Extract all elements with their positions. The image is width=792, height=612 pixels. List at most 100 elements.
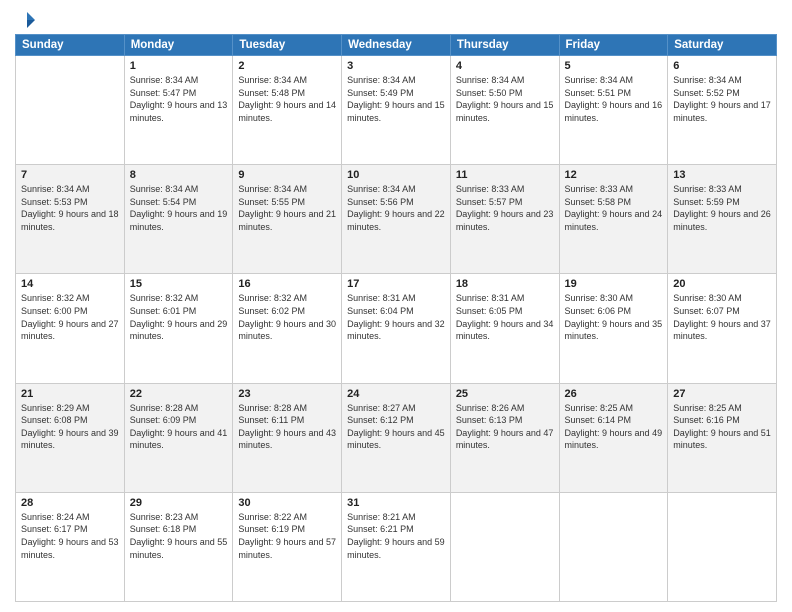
day-number: 21 xyxy=(21,388,119,400)
day-number: 11 xyxy=(456,169,554,181)
day-number: 28 xyxy=(21,497,119,509)
sunrise-text: Sunrise: 8:21 AMSunset: 6:21 PMDaylight:… xyxy=(347,512,445,560)
calendar-header: Sunday Monday Tuesday Wednesday Thursday… xyxy=(16,35,777,56)
sunrise-text: Sunrise: 8:28 AMSunset: 6:11 PMDaylight:… xyxy=(238,403,336,451)
day-number: 1 xyxy=(130,60,228,72)
sunrise-text: Sunrise: 8:28 AMSunset: 6:09 PMDaylight:… xyxy=(130,403,228,451)
calendar-cell: 28 Sunrise: 8:24 AMSunset: 6:17 PMDaylig… xyxy=(16,492,125,601)
sunrise-text: Sunrise: 8:34 AMSunset: 5:52 PMDaylight:… xyxy=(673,75,771,123)
calendar-cell: 9 Sunrise: 8:34 AMSunset: 5:55 PMDayligh… xyxy=(233,165,342,274)
sunrise-text: Sunrise: 8:31 AMSunset: 6:04 PMDaylight:… xyxy=(347,293,445,341)
calendar-cell: 3 Sunrise: 8:34 AMSunset: 5:49 PMDayligh… xyxy=(342,56,451,165)
logo xyxy=(15,10,37,26)
calendar-week-2: 7 Sunrise: 8:34 AMSunset: 5:53 PMDayligh… xyxy=(16,165,777,274)
calendar-cell: 23 Sunrise: 8:28 AMSunset: 6:11 PMDaylig… xyxy=(233,383,342,492)
day-number: 17 xyxy=(347,278,445,290)
calendar-cell xyxy=(559,492,668,601)
day-number: 15 xyxy=(130,278,228,290)
header xyxy=(15,10,777,26)
sunrise-text: Sunrise: 8:32 AMSunset: 6:02 PMDaylight:… xyxy=(238,293,336,341)
day-number: 23 xyxy=(238,388,336,400)
calendar-body: 1 Sunrise: 8:34 AMSunset: 5:47 PMDayligh… xyxy=(16,56,777,602)
calendar-cell: 31 Sunrise: 8:21 AMSunset: 6:21 PMDaylig… xyxy=(342,492,451,601)
sunrise-text: Sunrise: 8:32 AMSunset: 6:01 PMDaylight:… xyxy=(130,293,228,341)
calendar-cell xyxy=(450,492,559,601)
calendar-cell: 5 Sunrise: 8:34 AMSunset: 5:51 PMDayligh… xyxy=(559,56,668,165)
logo-flag-icon xyxy=(17,10,37,30)
sunrise-text: Sunrise: 8:25 AMSunset: 6:16 PMDaylight:… xyxy=(673,403,771,451)
calendar-cell: 15 Sunrise: 8:32 AMSunset: 6:01 PMDaylig… xyxy=(124,274,233,383)
col-thursday: Thursday xyxy=(450,35,559,56)
calendar-cell xyxy=(668,492,777,601)
calendar-cell: 25 Sunrise: 8:26 AMSunset: 6:13 PMDaylig… xyxy=(450,383,559,492)
sunrise-text: Sunrise: 8:30 AMSunset: 6:07 PMDaylight:… xyxy=(673,293,771,341)
col-friday: Friday xyxy=(559,35,668,56)
calendar-cell: 22 Sunrise: 8:28 AMSunset: 6:09 PMDaylig… xyxy=(124,383,233,492)
sunrise-text: Sunrise: 8:34 AMSunset: 5:53 PMDaylight:… xyxy=(21,184,119,232)
calendar-cell: 16 Sunrise: 8:32 AMSunset: 6:02 PMDaylig… xyxy=(233,274,342,383)
calendar-cell: 17 Sunrise: 8:31 AMSunset: 6:04 PMDaylig… xyxy=(342,274,451,383)
day-number: 19 xyxy=(565,278,663,290)
calendar-cell: 10 Sunrise: 8:34 AMSunset: 5:56 PMDaylig… xyxy=(342,165,451,274)
calendar-week-4: 21 Sunrise: 8:29 AMSunset: 6:08 PMDaylig… xyxy=(16,383,777,492)
calendar-cell: 21 Sunrise: 8:29 AMSunset: 6:08 PMDaylig… xyxy=(16,383,125,492)
col-saturday: Saturday xyxy=(668,35,777,56)
day-number: 31 xyxy=(347,497,445,509)
sunrise-text: Sunrise: 8:32 AMSunset: 6:00 PMDaylight:… xyxy=(21,293,119,341)
page: Sunday Monday Tuesday Wednesday Thursday… xyxy=(0,0,792,612)
calendar-cell: 4 Sunrise: 8:34 AMSunset: 5:50 PMDayligh… xyxy=(450,56,559,165)
sunrise-text: Sunrise: 8:27 AMSunset: 6:12 PMDaylight:… xyxy=(347,403,445,451)
col-sunday: Sunday xyxy=(16,35,125,56)
day-number: 18 xyxy=(456,278,554,290)
header-row: Sunday Monday Tuesday Wednesday Thursday… xyxy=(16,35,777,56)
day-number: 16 xyxy=(238,278,336,290)
calendar-week-5: 28 Sunrise: 8:24 AMSunset: 6:17 PMDaylig… xyxy=(16,492,777,601)
day-number: 9 xyxy=(238,169,336,181)
day-number: 14 xyxy=(21,278,119,290)
day-number: 24 xyxy=(347,388,445,400)
sunrise-text: Sunrise: 8:22 AMSunset: 6:19 PMDaylight:… xyxy=(238,512,336,560)
day-number: 4 xyxy=(456,60,554,72)
calendar-cell: 24 Sunrise: 8:27 AMSunset: 6:12 PMDaylig… xyxy=(342,383,451,492)
day-number: 13 xyxy=(673,169,771,181)
day-number: 22 xyxy=(130,388,228,400)
sunrise-text: Sunrise: 8:34 AMSunset: 5:56 PMDaylight:… xyxy=(347,184,445,232)
col-monday: Monday xyxy=(124,35,233,56)
calendar-cell: 26 Sunrise: 8:25 AMSunset: 6:14 PMDaylig… xyxy=(559,383,668,492)
col-tuesday: Tuesday xyxy=(233,35,342,56)
calendar-cell: 30 Sunrise: 8:22 AMSunset: 6:19 PMDaylig… xyxy=(233,492,342,601)
day-number: 5 xyxy=(565,60,663,72)
sunrise-text: Sunrise: 8:34 AMSunset: 5:47 PMDaylight:… xyxy=(130,75,228,123)
sunrise-text: Sunrise: 8:34 AMSunset: 5:49 PMDaylight:… xyxy=(347,75,445,123)
day-number: 26 xyxy=(565,388,663,400)
sunrise-text: Sunrise: 8:33 AMSunset: 5:57 PMDaylight:… xyxy=(456,184,554,232)
sunrise-text: Sunrise: 8:34 AMSunset: 5:50 PMDaylight:… xyxy=(456,75,554,123)
sunrise-text: Sunrise: 8:31 AMSunset: 6:05 PMDaylight:… xyxy=(456,293,554,341)
calendar-cell: 19 Sunrise: 8:30 AMSunset: 6:06 PMDaylig… xyxy=(559,274,668,383)
day-number: 30 xyxy=(238,497,336,509)
calendar-cell: 2 Sunrise: 8:34 AMSunset: 5:48 PMDayligh… xyxy=(233,56,342,165)
sunrise-text: Sunrise: 8:34 AMSunset: 5:54 PMDaylight:… xyxy=(130,184,228,232)
day-number: 12 xyxy=(565,169,663,181)
calendar-cell: 27 Sunrise: 8:25 AMSunset: 6:16 PMDaylig… xyxy=(668,383,777,492)
day-number: 10 xyxy=(347,169,445,181)
sunrise-text: Sunrise: 8:34 AMSunset: 5:51 PMDaylight:… xyxy=(565,75,663,123)
calendar-week-1: 1 Sunrise: 8:34 AMSunset: 5:47 PMDayligh… xyxy=(16,56,777,165)
day-number: 29 xyxy=(130,497,228,509)
calendar-cell: 7 Sunrise: 8:34 AMSunset: 5:53 PMDayligh… xyxy=(16,165,125,274)
calendar-cell: 11 Sunrise: 8:33 AMSunset: 5:57 PMDaylig… xyxy=(450,165,559,274)
calendar-cell: 1 Sunrise: 8:34 AMSunset: 5:47 PMDayligh… xyxy=(124,56,233,165)
calendar-cell: 8 Sunrise: 8:34 AMSunset: 5:54 PMDayligh… xyxy=(124,165,233,274)
sunrise-text: Sunrise: 8:26 AMSunset: 6:13 PMDaylight:… xyxy=(456,403,554,451)
day-number: 7 xyxy=(21,169,119,181)
day-number: 25 xyxy=(456,388,554,400)
day-number: 20 xyxy=(673,278,771,290)
calendar-cell: 13 Sunrise: 8:33 AMSunset: 5:59 PMDaylig… xyxy=(668,165,777,274)
sunrise-text: Sunrise: 8:33 AMSunset: 5:59 PMDaylight:… xyxy=(673,184,771,232)
calendar-cell: 18 Sunrise: 8:31 AMSunset: 6:05 PMDaylig… xyxy=(450,274,559,383)
calendar-cell: 12 Sunrise: 8:33 AMSunset: 5:58 PMDaylig… xyxy=(559,165,668,274)
day-number: 3 xyxy=(347,60,445,72)
calendar-week-3: 14 Sunrise: 8:32 AMSunset: 6:00 PMDaylig… xyxy=(16,274,777,383)
sunrise-text: Sunrise: 8:29 AMSunset: 6:08 PMDaylight:… xyxy=(21,403,119,451)
sunrise-text: Sunrise: 8:30 AMSunset: 6:06 PMDaylight:… xyxy=(565,293,663,341)
